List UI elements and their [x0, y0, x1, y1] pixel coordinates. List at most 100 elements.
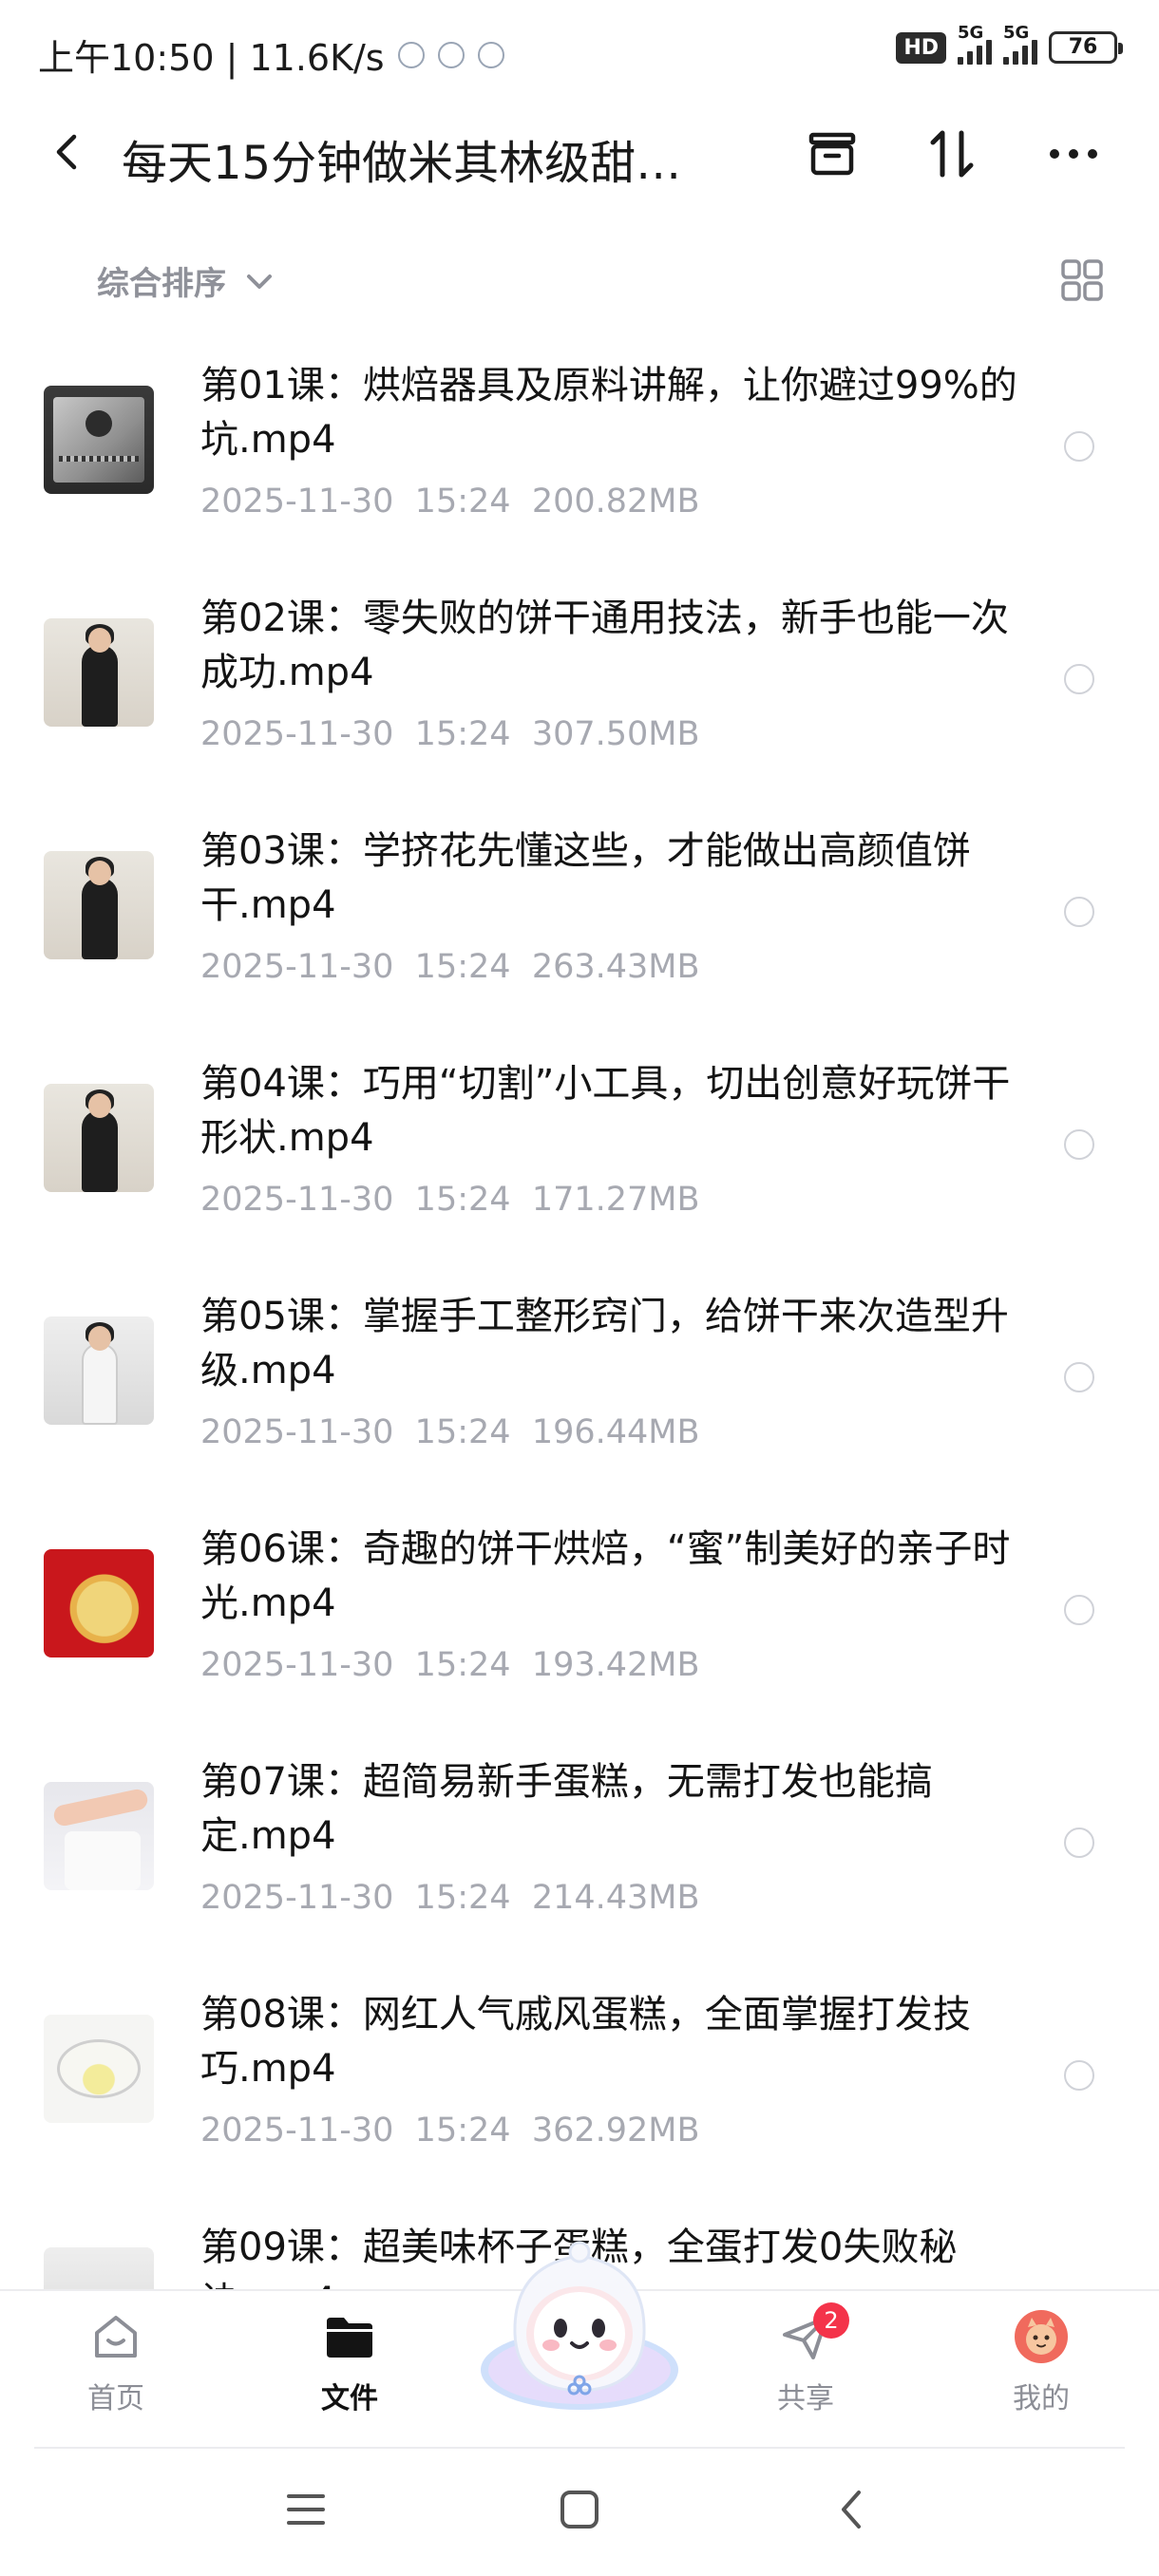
page-title: 每天15分钟做米其林级甜… — [122, 137, 682, 190]
file-row[interactable]: 第01课：烘焙器具及原料讲解，让你避过99%的坑.mp4 2025-11-30 … — [0, 350, 1159, 582]
network-type: 5G — [1003, 23, 1030, 43]
file-time: 15:24 — [414, 2112, 511, 2150]
system-nav-bar — [0, 2447, 1159, 2576]
chevron-down-icon[interactable] — [243, 265, 276, 297]
menu-icon[interactable] — [281, 2485, 331, 2534]
file-row[interactable]: 第06课：奇趣的饼干烘焙，“蜜”制美好的亲子时光.mp4 2025-11-30 … — [0, 1513, 1159, 1746]
file-row[interactable]: 第08课：网红人气戚风蛋糕，全面掌握打发技巧.mp4 2025-11-30 15… — [0, 1979, 1159, 2211]
notification-icon — [397, 41, 425, 68]
file-name: 第02课：零失败的饼干通用技法，新手也能一次成功.mp4 — [200, 597, 1009, 694]
hd-icon: HD — [896, 31, 946, 64]
network-type: 5G — [958, 23, 984, 43]
file-date: 2025-11-30 — [200, 1413, 394, 1451]
nav-share[interactable]: 2 共享 — [739, 2302, 872, 2416]
mascot-ai-button[interactable] — [475, 2227, 684, 2417]
file-size: 362.92MB — [531, 2112, 700, 2150]
file-time: 15:24 — [414, 1879, 511, 1917]
file-size: 214.43MB — [531, 1879, 700, 1917]
status-right: HD 5G 5G 76 — [896, 23, 1123, 65]
divider — [34, 2447, 1125, 2449]
home-square-icon[interactable] — [555, 2485, 604, 2534]
select-checkbox[interactable] — [1064, 897, 1094, 927]
video-thumbnail — [44, 1549, 154, 1657]
nav-files[interactable]: 文件 — [283, 2308, 416, 2416]
video-thumbnail — [44, 2015, 154, 2123]
file-meta: 2025-11-30 15:24 214.43MB — [200, 1879, 700, 1917]
file-size: 193.42MB — [531, 1646, 700, 1684]
avatar-icon — [1015, 2310, 1068, 2363]
battery-icon: 76 — [1049, 31, 1123, 64]
file-row[interactable]: 第04课：巧用“切割”小工具，切出创意好玩饼干形状.mp4 2025-11-30… — [0, 1048, 1159, 1280]
file-date: 2025-11-30 — [200, 948, 394, 986]
select-checkbox[interactable] — [1064, 1362, 1094, 1392]
header: 每天15分钟做米其林级甜… — [0, 104, 1159, 199]
file-size: 200.82MB — [531, 483, 700, 521]
file-date: 2025-11-30 — [200, 1181, 394, 1219]
notification-icon — [437, 41, 465, 68]
file-time: 15:24 — [414, 715, 511, 753]
file-date: 2025-11-30 — [200, 2112, 394, 2150]
select-checkbox[interactable] — [1064, 1828, 1094, 1858]
notification-icon — [477, 41, 504, 68]
nav-mine[interactable]: 我的 — [975, 2308, 1108, 2416]
file-name: 第04课：巧用“切割”小工具，切出创意好玩饼干形状.mp4 — [200, 1062, 1011, 1160]
file-meta: 2025-11-30 15:24 193.42MB — [200, 1646, 700, 1684]
nav-home[interactable]: 首页 — [49, 2308, 182, 2416]
signal-icon: 5G — [958, 23, 992, 65]
file-meta: 2025-11-30 15:24 362.92MB — [200, 2112, 700, 2150]
file-meta: 2025-11-30 15:24 263.43MB — [200, 948, 700, 986]
file-date: 2025-11-30 — [200, 1879, 394, 1917]
sort-dropdown[interactable]: 综合排序 — [97, 257, 226, 304]
file-date: 2025-11-30 — [200, 1646, 394, 1684]
file-list: 第01课：烘焙器具及原料讲解，让你避过99%的坑.mp4 2025-11-30 … — [0, 342, 1159, 2289]
select-checkbox[interactable] — [1064, 2060, 1094, 2091]
status-time-speed: 上午10:50 | 11.6K/s — [38, 37, 385, 79]
select-checkbox[interactable] — [1064, 664, 1094, 694]
file-size: 307.50MB — [531, 715, 700, 753]
file-time: 15:24 — [414, 1413, 511, 1451]
file-time: 15:24 — [414, 1646, 511, 1684]
back-icon[interactable] — [48, 131, 89, 173]
back-triangle-icon[interactable] — [828, 2485, 878, 2534]
file-time: 15:24 — [414, 1181, 511, 1219]
file-size: 196.44MB — [531, 1413, 700, 1451]
file-name: 第05课：掌握手工整形窍门，给饼干来次造型升级.mp4 — [200, 1295, 1009, 1392]
home-icon — [95, 2316, 137, 2358]
file-date: 2025-11-30 — [200, 483, 394, 521]
video-thumbnail — [44, 1782, 154, 1890]
sort-row: 综合排序 — [0, 242, 1159, 318]
file-row[interactable]: 第03课：学挤花先懂这些，才能做出高颜值饼干.mp4 2025-11-30 15… — [0, 815, 1159, 1048]
file-date: 2025-11-30 — [200, 715, 394, 753]
select-checkbox[interactable] — [1064, 431, 1094, 462]
file-meta: 2025-11-30 15:24 196.44MB — [200, 1413, 700, 1451]
file-time: 15:24 — [414, 948, 511, 986]
video-thumbnail — [44, 386, 154, 494]
video-thumbnail — [44, 2247, 154, 2289]
folder-icon — [327, 2318, 372, 2358]
nav-files-label: 文件 — [321, 2382, 378, 2415]
grid-view-icon[interactable] — [1060, 258, 1104, 302]
archive-icon[interactable] — [804, 125, 861, 182]
signal-icon: 5G — [1003, 23, 1037, 65]
file-row[interactable]: 第07课：超简易新手蛋糕，无需打发也能搞定.mp4 2025-11-30 15:… — [0, 1746, 1159, 1979]
file-name: 第03课：学挤花先懂这些，才能做出高颜值饼干.mp4 — [200, 829, 971, 927]
select-checkbox[interactable] — [1064, 1129, 1094, 1160]
file-meta: 2025-11-30 15:24 200.82MB — [200, 483, 700, 521]
nav-mine-label: 我的 — [1013, 2382, 1070, 2415]
file-size: 171.27MB — [531, 1181, 700, 1219]
file-name: 第08课：网红人气戚风蛋糕，全面掌握打发技巧.mp4 — [200, 1993, 971, 2091]
status-left: 上午10:50 | 11.6K/s — [38, 28, 504, 81]
more-icon[interactable] — [1045, 125, 1102, 182]
sort-toggle-icon[interactable] — [923, 125, 980, 182]
file-size: 263.43MB — [531, 948, 700, 986]
video-thumbnail — [44, 618, 154, 727]
nav-share-label: 共享 — [777, 2382, 834, 2415]
share-badge: 2 — [813, 2302, 849, 2339]
file-name: 第06课：奇趣的饼干烘焙，“蜜”制美好的亲子时光.mp4 — [200, 1527, 1011, 1625]
video-thumbnail — [44, 851, 154, 959]
file-row[interactable]: 第02课：零失败的饼干通用技法，新手也能一次成功.mp4 2025-11-30 … — [0, 582, 1159, 815]
file-name: 第01课：烘焙器具及原料讲解，让你避过99%的坑.mp4 — [200, 364, 1017, 462]
select-checkbox[interactable] — [1064, 1595, 1094, 1625]
file-meta: 2025-11-30 15:24 307.50MB — [200, 715, 700, 753]
file-row[interactable]: 第05课：掌握手工整形窍门，给饼干来次造型升级.mp4 2025-11-30 1… — [0, 1280, 1159, 1513]
